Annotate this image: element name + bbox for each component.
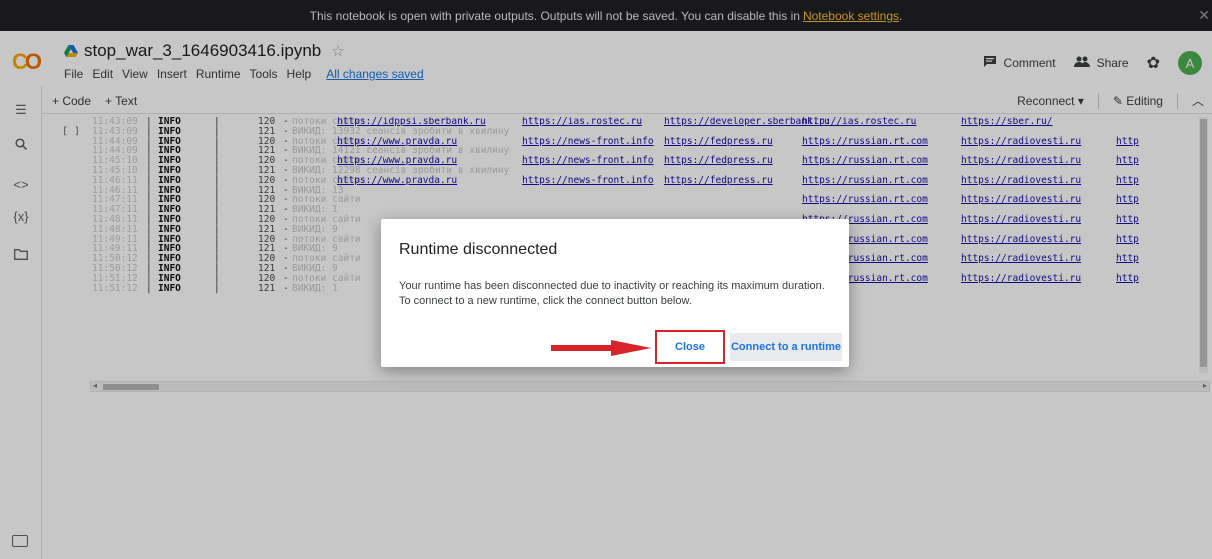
annotation-arrow-icon [551,340,651,356]
dialog-body-line: To connect to a new runtime, click the c… [399,295,692,307]
connect-to-runtime-button[interactable]: Connect to a runtime [730,333,842,361]
dialog-body: Your runtime has been disconnected due t… [399,279,839,309]
close-button[interactable]: Close [655,330,725,364]
colab-window: This notebook is open with private outpu… [0,0,1212,559]
dialog-title: Runtime disconnected [399,241,558,258]
runtime-disconnected-dialog: Runtime disconnected Your runtime has be… [381,219,849,367]
dialog-body-line: Your runtime has been disconnected due t… [399,280,825,292]
